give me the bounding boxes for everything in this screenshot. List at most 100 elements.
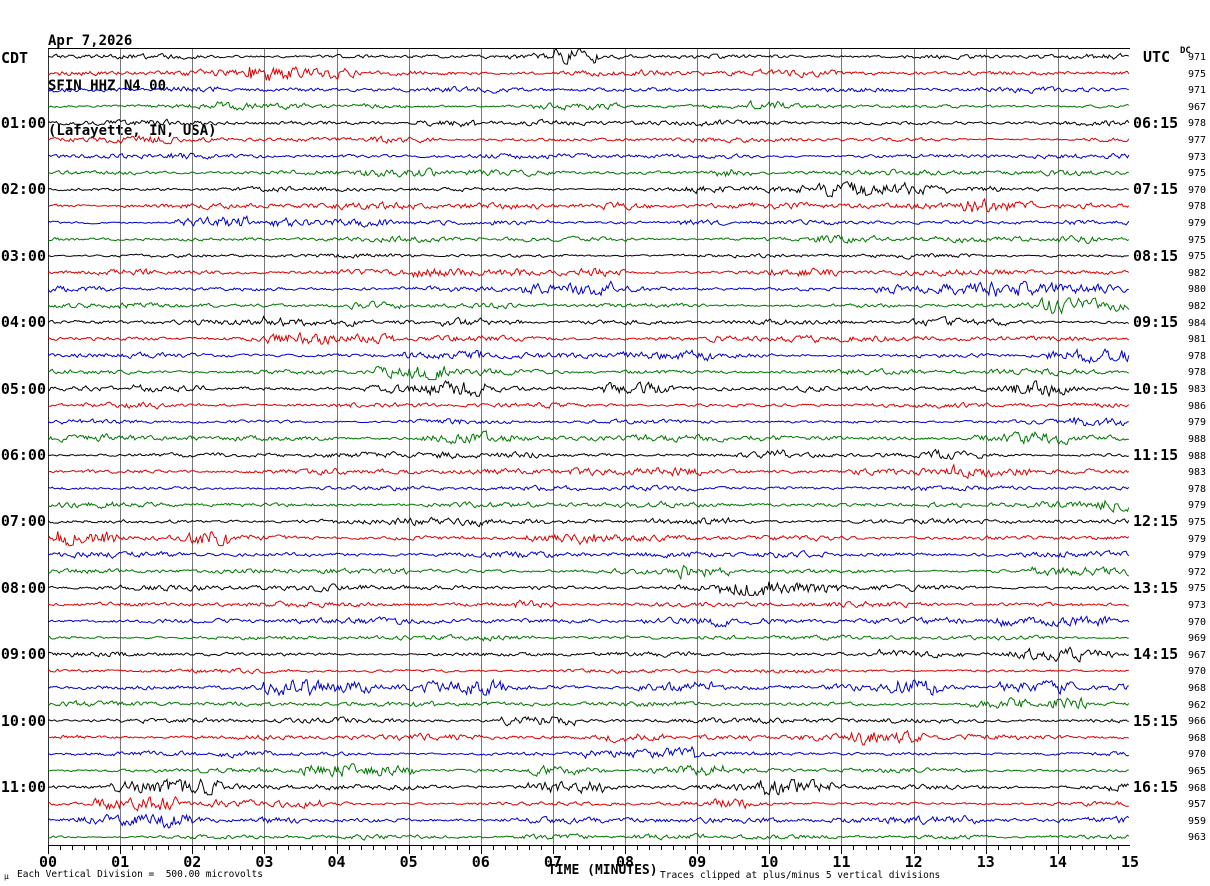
- right-time-label: 14:15: [1133, 645, 1179, 664]
- dc-value: 971: [1187, 52, 1206, 63]
- dc-value: 977: [1187, 135, 1206, 147]
- seismic-trace-row-38: [48, 678, 1129, 697]
- right-time-label: 08:15: [1133, 246, 1179, 265]
- dc-value: 966: [1187, 716, 1206, 728]
- dc-value: 979: [1187, 500, 1206, 512]
- seismic-trace-row-18: [48, 347, 1130, 365]
- seismic-trace-row-47: [48, 833, 1130, 841]
- seismic-trace-row-41: [48, 729, 1129, 746]
- header-date: Apr 7,2026: [48, 33, 133, 49]
- helicorder-plot: [48, 48, 1130, 854]
- dc-value: 968: [1187, 732, 1206, 744]
- dc-value: 979: [1187, 417, 1206, 429]
- dc-value: 973: [1187, 151, 1206, 163]
- dc-value: 957: [1187, 799, 1206, 811]
- seismic-trace-row-23: [48, 430, 1129, 446]
- right-time-label: 15:15: [1133, 711, 1179, 730]
- dc-value: 979: [1187, 550, 1206, 562]
- dc-value: 973: [1187, 599, 1206, 611]
- dc-value: 986: [1187, 400, 1206, 412]
- left-time-label: 10:00: [0, 711, 46, 730]
- dc-value: 978: [1187, 367, 1206, 379]
- seismic-trace-row-15: [48, 296, 1130, 315]
- seismic-trace-row-5: [48, 135, 1130, 145]
- dc-value: 975: [1187, 68, 1206, 80]
- x-axis-title: TIME (MINUTES): [548, 863, 658, 878]
- dc-value: 988: [1187, 450, 1206, 462]
- dc-value: 983: [1187, 384, 1206, 396]
- dc-value: 971: [1187, 85, 1206, 97]
- left-time-label: 09:00: [0, 645, 46, 664]
- right-time-label: 06:15: [1133, 113, 1179, 132]
- dc-value: 984: [1187, 317, 1206, 329]
- dc-value: 963: [1187, 832, 1206, 844]
- seismic-trace-row-33: [48, 599, 1129, 609]
- seismic-trace-row-30: [48, 549, 1130, 560]
- dc-value: 962: [1187, 699, 1206, 711]
- left-time-label: 08:00: [0, 578, 46, 597]
- right-axis-timezone-label: UTC: [1143, 48, 1171, 66]
- seismic-trace-row-39: [48, 696, 1130, 710]
- seismic-trace-row-24: [48, 448, 1129, 461]
- dc-value: 983: [1187, 467, 1206, 479]
- right-time-label: 16:15: [1133, 778, 1179, 797]
- dc-value: 979: [1187, 533, 1206, 545]
- dc-value: 981: [1187, 334, 1206, 346]
- left-time-label: 03:00: [0, 246, 46, 265]
- x-tick-label: 06: [471, 853, 490, 871]
- dc-value: 965: [1187, 765, 1206, 777]
- dc-value: 970: [1187, 666, 1206, 678]
- seismic-trace-row-10: [48, 214, 1130, 228]
- dc-value: 970: [1187, 749, 1206, 761]
- seismic-trace-row-19: [48, 365, 1129, 381]
- left-time-label: 05:00: [0, 379, 46, 398]
- seismic-trace-row-0: [48, 48, 1129, 65]
- clip-note: Traces clipped at plus/minus 5 vertical …: [660, 870, 941, 881]
- seismic-trace-row-14: [48, 280, 1129, 297]
- dc-value: 968: [1187, 682, 1206, 694]
- right-time-label: 10:15: [1133, 379, 1179, 398]
- dc-value: 969: [1187, 633, 1206, 645]
- seismic-trace-row-40: [48, 715, 1129, 727]
- seismic-trace-row-22: [48, 417, 1129, 427]
- seismic-trace-row-36: [48, 646, 1130, 663]
- seismic-trace-row-13: [48, 267, 1130, 279]
- dc-value: 970: [1187, 616, 1206, 628]
- dc-value: 968: [1187, 782, 1206, 794]
- x-tick-label: 09: [688, 853, 707, 871]
- seismic-trace-row-45: [48, 795, 1129, 812]
- left-time-label: 04:00: [0, 313, 46, 332]
- dc-value: 979: [1187, 218, 1206, 230]
- seismic-trace-row-4: [48, 118, 1130, 128]
- right-time-label: 13:15: [1133, 578, 1179, 597]
- seismic-trace-row-27: [48, 499, 1130, 514]
- left-time-label: 07:00: [0, 512, 46, 531]
- dc-value: 982: [1187, 267, 1206, 279]
- seismic-trace-row-28: [48, 516, 1130, 528]
- micro-glyph: µ: [4, 872, 9, 881]
- seismic-trace-row-3: [48, 99, 1130, 111]
- dc-value: 988: [1187, 433, 1206, 445]
- dc-value: 975: [1187, 168, 1206, 180]
- dc-value: 978: [1187, 201, 1206, 213]
- dc-value: 970: [1187, 184, 1206, 196]
- right-time-label: 07:15: [1133, 180, 1179, 199]
- seismic-trace-row-43: [48, 763, 1129, 778]
- seismic-trace-row-42: [48, 745, 1129, 760]
- left-time-label: 11:00: [0, 778, 46, 797]
- seismic-trace-row-6: [48, 152, 1130, 160]
- x-tick-label: 13: [976, 853, 995, 871]
- dc-value: 967: [1187, 649, 1206, 661]
- seismic-trace-row-37: [48, 667, 1129, 675]
- seismic-trace-row-44: [48, 778, 1130, 796]
- x-tick-label: 10: [760, 853, 779, 871]
- seismic-trace-row-1: [48, 65, 1130, 81]
- seismic-trace-row-46: [48, 813, 1130, 829]
- seismic-trace-row-31: [48, 564, 1130, 581]
- seismic-trace-row-8: [48, 181, 1129, 198]
- right-time-label: 11:15: [1133, 446, 1179, 464]
- seismic-trace-row-11: [48, 234, 1130, 245]
- left-axis-timezone-label: CDT: [1, 49, 29, 67]
- seismic-trace-row-20: [48, 380, 1130, 398]
- seismic-trace-row-29: [48, 530, 1130, 547]
